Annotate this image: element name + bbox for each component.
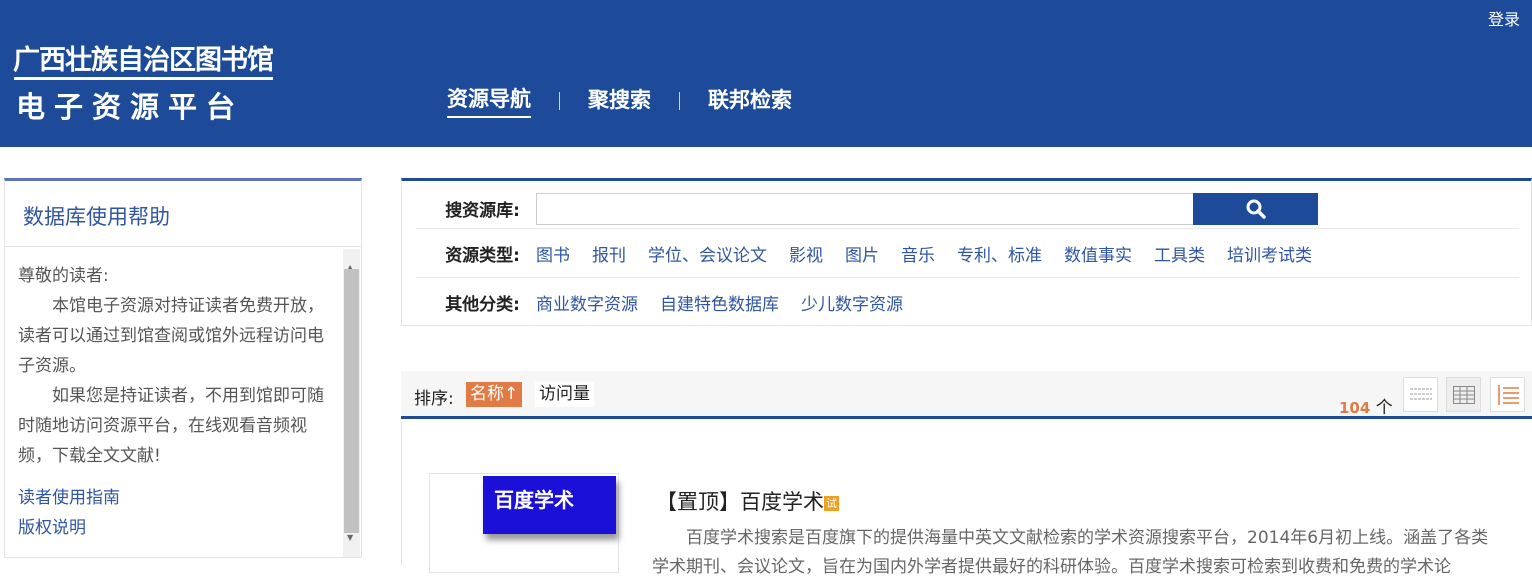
- result-thumbnail[interactable]: 百度学术: [429, 473, 619, 573]
- search-label: 搜资源库:: [445, 201, 520, 221]
- other-category-row: 其他分类: 商业数字资源 自建特色数据库 少儿数字资源: [416, 278, 1519, 327]
- greeting: 尊敬的读者:: [18, 266, 109, 286]
- sort-bar: 排序: 名称↑ 访问量 104 个: [401, 371, 1532, 419]
- nav-federated-search[interactable]: 联邦检索: [708, 84, 792, 117]
- result-count-unit: 个: [1375, 398, 1393, 418]
- reader-guide-link[interactable]: 读者使用指南: [18, 483, 333, 513]
- logo-divider: [14, 77, 273, 80]
- search-row: 搜资源库:: [416, 189, 1519, 229]
- nav-divider: [679, 91, 680, 110]
- type-link[interactable]: 报刊: [592, 241, 626, 266]
- main-nav: 资源导航 聚搜索 联邦检索: [447, 83, 792, 118]
- result-description: 百度学术搜索是百度旗下的提供海量中英文文献检索的学术资源搜索平台，2014年6月…: [652, 528, 1489, 577]
- copyright-link[interactable]: 版权说明: [18, 513, 333, 543]
- search-button[interactable]: [1193, 192, 1318, 225]
- category-link[interactable]: 商业数字资源: [536, 290, 638, 315]
- result-count: 104 个: [1339, 393, 1393, 418]
- header: 登录 广西壮族自治区图书馆 电子资源平台 资源导航 聚搜索 联邦检索: [0, 0, 1532, 147]
- type-link[interactable]: 数值事实: [1064, 241, 1132, 266]
- help-panel-title: 数据库使用帮助: [5, 181, 361, 247]
- other-category-label: 其他分类:: [445, 295, 520, 315]
- table-icon: [1452, 385, 1475, 404]
- type-link[interactable]: 学位、会议论文: [648, 241, 767, 266]
- sort-by-name-button[interactable]: 名称↑: [466, 382, 523, 407]
- dotted-list-icon: [1409, 388, 1432, 399]
- table-view-button[interactable]: [1446, 377, 1481, 412]
- scrollbar-thumb[interactable]: [344, 269, 359, 533]
- nav-divider: [559, 91, 560, 110]
- nav-aggregate-search[interactable]: 聚搜索: [588, 84, 651, 117]
- help-panel-body: 尊敬的读者: 本馆电子资源对持证读者免费开放，读者可以通过到馆查阅或馆外远程访问…: [5, 247, 361, 557]
- nav-resource-navigation[interactable]: 资源导航: [447, 83, 531, 118]
- search-icon: [1246, 199, 1266, 219]
- logo-title[interactable]: 广西壮族自治区图书馆: [13, 38, 274, 77]
- result-title[interactable]: 【置顶】百度学术试: [656, 486, 839, 516]
- type-link[interactable]: 专利、标准: [957, 241, 1042, 266]
- detail-list-icon: [1497, 384, 1519, 405]
- result-item: 百度学术 【置顶】百度学术试 百度学术搜索是百度旗下的提供海量中英文文献检索的学…: [401, 422, 1532, 577]
- scroll-down-icon[interactable]: ▼: [347, 523, 353, 553]
- login-link[interactable]: 登录: [1488, 6, 1520, 30]
- logo-subtitle: 电子资源平台: [16, 90, 245, 124]
- sort-label: 排序:: [414, 389, 454, 409]
- search-input[interactable]: [536, 192, 1193, 225]
- category-link[interactable]: 少儿数字资源: [801, 290, 903, 315]
- help-paragraph: 本馆电子资源对持证读者免费开放，读者可以通过到馆查阅或馆外远程访问电子资源。: [18, 296, 324, 376]
- help-panel: 数据库使用帮助 尊敬的读者: 本馆电子资源对持证读者免费开放，读者可以通过到馆查…: [4, 178, 362, 558]
- search-panel: 搜资源库: 资源类型: 图书 报刊 学位、会议论文 影视 图片 音乐 专利、标准…: [401, 178, 1532, 326]
- type-link[interactable]: 图片: [845, 241, 879, 266]
- category-link[interactable]: 自建特色数据库: [660, 290, 779, 315]
- result-title-text[interactable]: 【置顶】百度学术: [656, 490, 824, 514]
- resource-type-row: 资源类型: 图书 报刊 学位、会议论文 影视 图片 音乐 专利、标准 数值事实 …: [416, 229, 1519, 278]
- type-link[interactable]: 影视: [789, 241, 823, 266]
- scrollbar[interactable]: ▲ ▼: [343, 249, 360, 557]
- resource-type-label: 资源类型:: [445, 245, 520, 266]
- list-view-button[interactable]: [1403, 377, 1438, 412]
- result-count-number: 104: [1339, 399, 1371, 417]
- cover-image: 百度学术: [483, 476, 616, 534]
- type-link[interactable]: 工具类: [1154, 241, 1205, 266]
- type-link[interactable]: 图书: [536, 241, 570, 266]
- trial-badge: 试: [824, 495, 839, 511]
- sort-by-visits-button[interactable]: 访问量: [535, 382, 594, 407]
- detail-view-button[interactable]: [1490, 377, 1525, 412]
- type-link[interactable]: 音乐: [901, 241, 935, 266]
- type-link[interactable]: 培训考试类: [1227, 241, 1312, 266]
- help-paragraph: 如果您是持证读者，不用到馆即可随时随地访问资源平台，在线观看音频视频，下载全文文…: [18, 386, 324, 466]
